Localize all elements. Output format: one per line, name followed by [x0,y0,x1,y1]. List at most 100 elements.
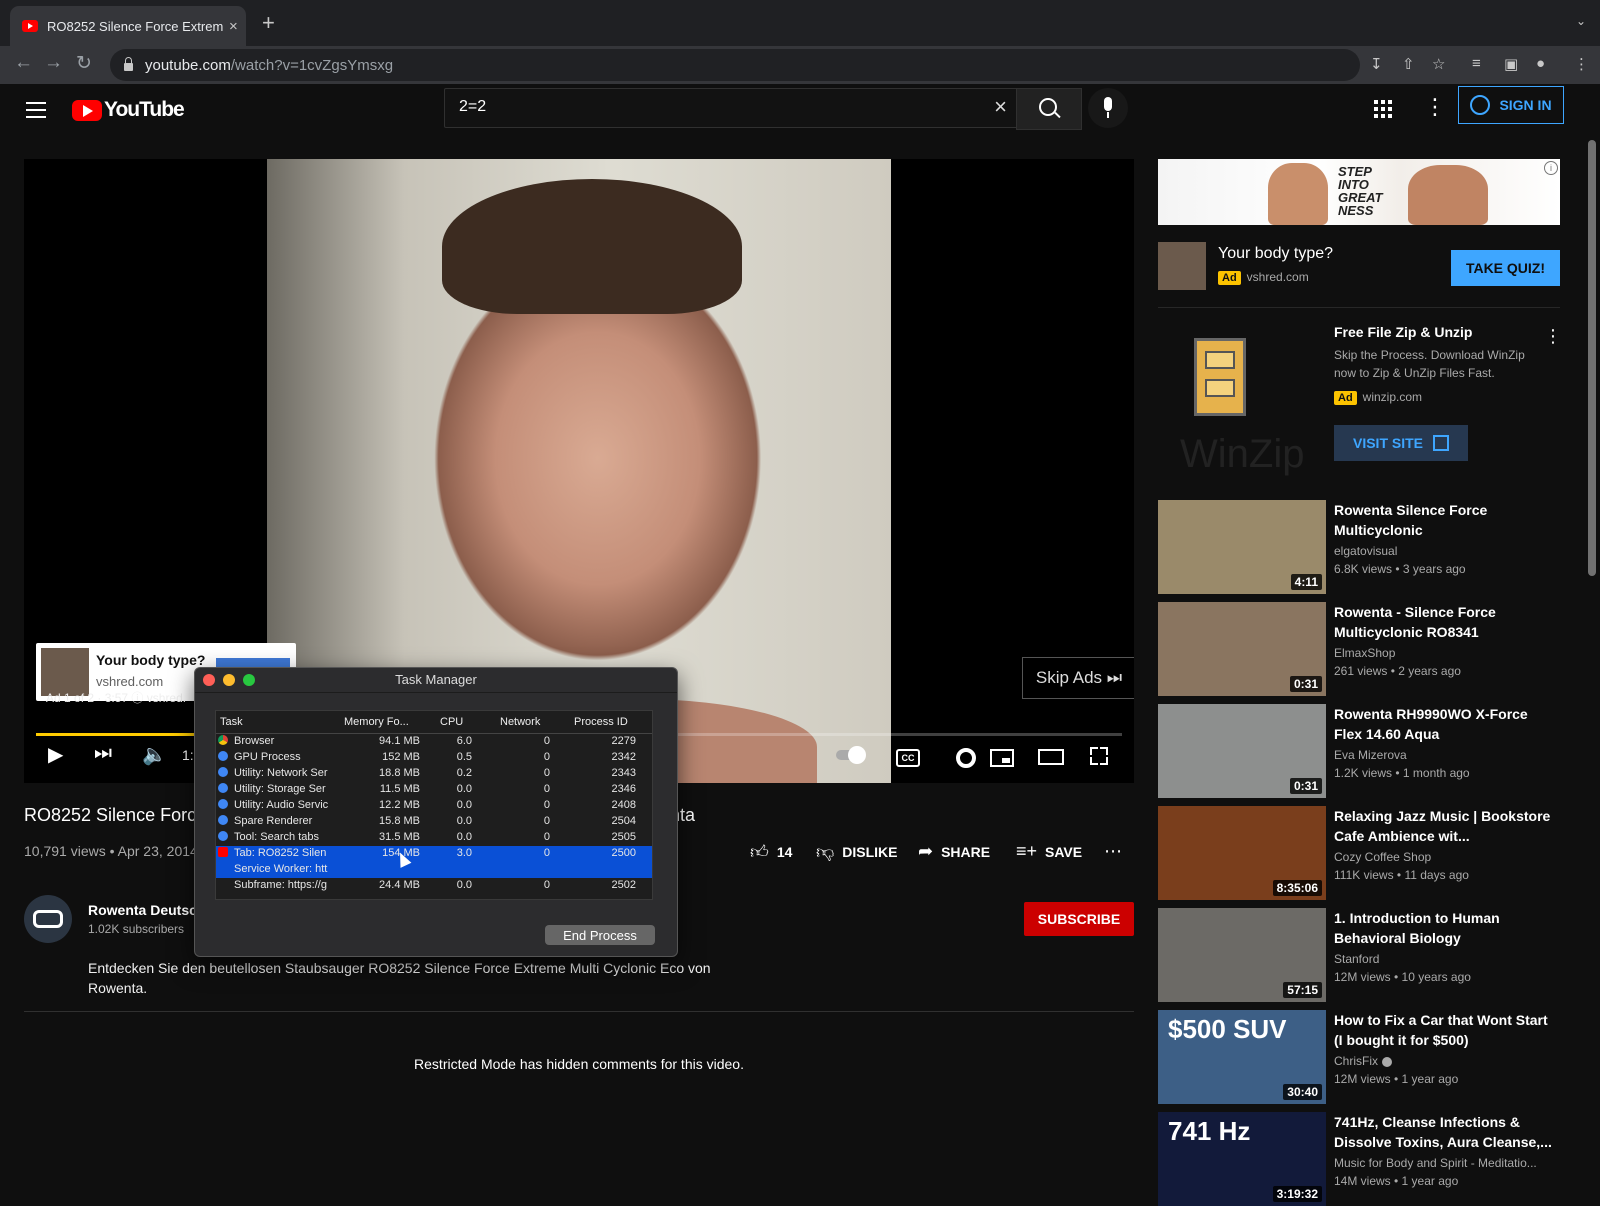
video-thumbnail[interactable]: 8:35:06 [1158,806,1326,900]
page-scrollbar[interactable] [1588,140,1596,576]
next-icon[interactable]: ⏭ [94,742,112,765]
settings-more-icon[interactable]: ⋮ [1424,94,1446,120]
list-item[interactable]: 57:15 1. Introduction to Human Behavioral… [1158,908,1568,1002]
video-thumbnail[interactable]: 0:31 [1158,704,1326,798]
table-row[interactable]: Browser 94.1 MB 6.0 0 2279 [216,734,652,750]
autoplay-toggle[interactable] [836,746,866,764]
recommendation-title[interactable]: Relaxing Jazz Music | Bookstore Cafe Amb… [1334,806,1556,846]
user-circle-icon [1470,95,1491,115]
recommendation-channel: ElmaxShop [1334,646,1396,660]
share-page-icon[interactable]: ⇧ [1402,55,1415,73]
skip-ads-button[interactable]: Skip Ads ⏭ [1022,657,1134,699]
back-arrow-icon[interactable]: ← [14,52,33,74]
more-actions-icon[interactable]: ⋯ [1104,841,1130,862]
table-row[interactable]: Tool: Search tabs 31.5 MB 0.0 0 2505 [216,830,652,846]
visit-site-button[interactable]: VISIT SITE [1334,425,1468,461]
recommendation-title[interactable]: Rowenta RH9990WO X-Force Flex 14.60 Aqua [1334,704,1556,744]
clear-search-icon[interactable]: × [994,94,1007,120]
recommendation-channel: Music for Body and Spirit - Meditatio... [1334,1156,1537,1170]
table-row[interactable]: Utility: Audio Servic 12.2 MB 0.0 0 2408 [216,798,652,814]
video-thumbnail[interactable]: 0:31 [1158,602,1326,696]
recommendation-title[interactable]: How to Fix a Car that Wont Start (I boug… [1334,1010,1556,1050]
video-thumbnail[interactable]: $500 SUV 30:40 [1158,1010,1326,1104]
ad-title[interactable]: Your body type? [1218,245,1333,263]
table-row[interactable]: Service Worker: htt [216,862,652,878]
browser-tab[interactable]: RO8252 Silence Force Extreme Multi Cyclo… [10,6,246,46]
ad-info-icon[interactable]: i [1544,161,1558,175]
list-item[interactable]: 8:35:06 Relaxing Jazz Music | Bookstore C… [1158,806,1568,900]
save-button[interactable]: ≡+ SAVE [1016,841,1082,862]
puzzle-icon [218,831,228,841]
column-header[interactable]: Task [220,716,243,728]
theater-mode-icon[interactable] [1038,749,1064,765]
table-row[interactable]: Spare Renderer 15.8 MB 0.0 0 2504 [216,814,652,830]
table-row[interactable]: Utility: Network Ser 18.8 MB 0.2 0 2343 [216,766,652,782]
task-manager-titlebar[interactable]: Task Manager [195,668,677,693]
volume-icon[interactable]: 🔈 [142,742,167,767]
reading-list-icon[interactable]: ≡ [1472,55,1481,72]
info-icon[interactable]: ⓘ [131,691,143,705]
channel-avatar[interactable] [24,895,72,943]
list-item[interactable]: 0:31 Rowenta - Silence Force Multicycloni… [1158,602,1568,696]
ad-banner[interactable]: STEP INTO GREAT NESS i [1158,159,1560,225]
table-row[interactable]: GPU Process 152 MB 0.5 0 2342 [216,750,652,766]
sign-in-button[interactable]: SIGN IN [1458,86,1564,124]
reload-icon[interactable]: ↻ [76,52,92,75]
ad-thumbnail[interactable] [1158,242,1206,290]
apps-grid-icon[interactable] [1374,100,1392,118]
profile-icon[interactable]: ● [1536,55,1545,72]
task-manager-window[interactable]: Task Manager Task Memory Fo... CPU Netwo… [194,667,678,957]
search-input[interactable]: 2=2 [459,98,486,116]
table-row[interactable]: Utility: Storage Ser 11.5 MB 0.0 0 2346 [216,782,652,798]
dislike-button[interactable]: 👎︎ DISLIKE [816,841,898,863]
thumbs-up-icon: 👍︎ [750,842,769,862]
share-button[interactable]: ➦ SHARE [918,841,990,862]
table-row[interactable]: Subframe: https://g 24.4 MB 0.0 0 2502 [216,878,652,894]
recommendation-title[interactable]: Rowenta - Silence Force Multicyclonic RO… [1334,602,1556,642]
install-icon[interactable]: ↧ [1370,55,1383,73]
play-icon[interactable]: ▶ [48,742,63,767]
tab-close-icon[interactable]: × [229,18,238,35]
gear-icon[interactable] [956,748,976,768]
list-item[interactable]: 4:11 Rowenta Silence Force Multicyclonic e… [1158,500,1568,594]
winzip-ad-logo[interactable]: WinZip [1158,320,1326,476]
list-item[interactable]: 741 Hz 3:19:32 741Hz, Cleanse Infections &… [1158,1112,1568,1206]
miniplayer-icon[interactable] [990,749,1014,767]
search-button[interactable] [1016,88,1082,130]
column-header[interactable]: CPU [440,716,463,728]
search-box[interactable]: 2=2 × [444,88,1018,128]
voice-search-button[interactable] [1088,88,1128,128]
video-thumbnail[interactable]: 57:15 [1158,908,1326,1002]
list-item[interactable]: $500 SUV 30:40 How to Fix a Car that Wont … [1158,1010,1568,1104]
ad-title[interactable]: Free File Zip & Unzip [1334,324,1472,340]
ad-more-icon[interactable]: ⋮ [1544,326,1562,347]
browser-menu-icon[interactable]: ⋮ [1574,55,1589,73]
menu-hamburger-icon[interactable] [26,102,46,123]
bookmark-star-icon[interactable]: ☆ [1432,55,1445,73]
column-header[interactable]: Memory Fo... [344,716,409,728]
youtube-logo[interactable]: YouTube [72,98,185,122]
table-row[interactable]: Tab: RO8252 Silen 154 MB 3.0 0 2500 [216,846,652,862]
captions-icon[interactable]: CC [896,749,920,767]
column-header[interactable]: Network [500,716,540,728]
video-thumbnail[interactable]: 741 Hz 3:19:32 [1158,1112,1326,1206]
recommendation-title[interactable]: 741Hz, Cleanse Infections & Dissolve Tox… [1334,1112,1556,1152]
recommendation-title[interactable]: 1. Introduction to Human Behavioral Biol… [1334,908,1556,948]
lock-icon[interactable] [124,57,133,71]
channel-name[interactable]: Rowenta Deutsch [88,902,205,918]
video-thumbnail[interactable]: 4:11 [1158,500,1326,594]
fullscreen-icon[interactable] [1090,747,1108,765]
column-header[interactable]: Process ID [574,716,628,728]
task-name: Spare Renderer [234,815,313,827]
take-quiz-button[interactable]: TAKE QUIZ! [1451,250,1560,286]
list-item[interactable]: 0:31 Rowenta RH9990WO X-Force Flex 14.60 … [1158,704,1568,798]
recommendation-title[interactable]: Rowenta Silence Force Multicyclonic [1334,500,1556,540]
address-bar[interactable]: youtube.com/watch?v=1cvZgsYmsxg [110,49,1360,81]
forward-arrow-icon[interactable]: → [44,52,63,74]
end-process-button[interactable]: End Process [545,925,655,945]
tab-search-chevron-icon[interactable]: ⌄ [1576,14,1586,28]
subscribe-button[interactable]: SUBSCRIBE [1024,902,1134,936]
side-panel-icon[interactable]: ▣ [1504,55,1518,73]
new-tab-button[interactable]: + [262,10,275,36]
like-button[interactable]: 👍︎ 14 [750,841,792,863]
